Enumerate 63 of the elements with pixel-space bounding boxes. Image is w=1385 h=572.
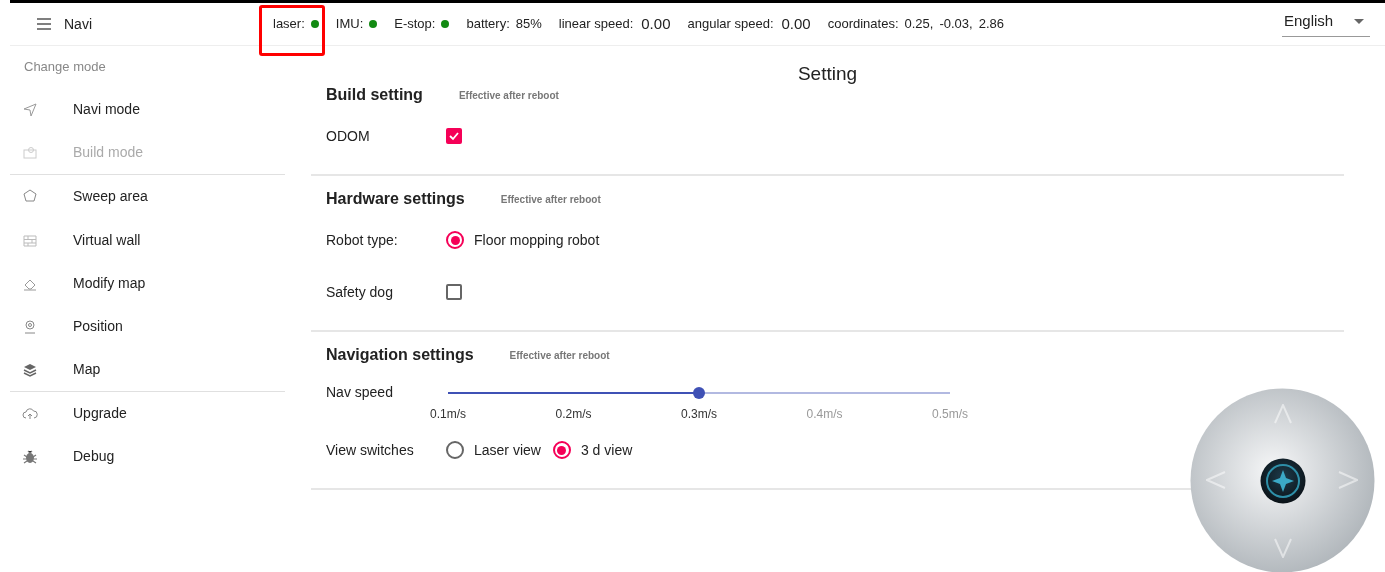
sidebar-item[interactable]: Position xyxy=(10,305,285,348)
option-label: Floor mopping robot xyxy=(474,230,600,250)
section-heading: Navigation settings xyxy=(326,345,474,365)
language-dropdown[interactable]: English xyxy=(1282,7,1370,37)
checkbox[interactable] xyxy=(446,128,462,144)
radio-button[interactable] xyxy=(446,231,464,249)
tick-label: 0.3m/s xyxy=(681,406,717,423)
checkbox[interactable] xyxy=(446,284,462,300)
field-label: Safety dog xyxy=(326,282,394,302)
bug-icon xyxy=(22,448,38,465)
coordinate-value: -0.03, xyxy=(939,15,973,34)
status-label: angular speed: xyxy=(687,15,774,34)
status-value: 85% xyxy=(515,15,542,34)
radio-button[interactable] xyxy=(552,441,571,459)
sidebar-item[interactable]: Debug xyxy=(10,435,285,478)
section-label: Change mode xyxy=(23,58,107,77)
section-heading: Build setting xyxy=(326,85,423,105)
page-title: Setting xyxy=(796,62,859,86)
section-note: Effective after reboot xyxy=(509,348,610,363)
location-pin-icon xyxy=(22,318,38,335)
sidebar-item[interactable]: Upgrade xyxy=(10,392,285,435)
brick-wall-icon xyxy=(22,232,38,249)
sidebar-item[interactable]: Virtual wall xyxy=(10,219,285,262)
slider-thumb[interactable] xyxy=(693,387,705,399)
tick-label: 0.4m/s xyxy=(806,406,843,423)
layers-icon xyxy=(22,361,38,378)
sidebar-item[interactable]: Modify map xyxy=(10,262,285,305)
cloud-upload-icon xyxy=(22,405,38,422)
caret-icon xyxy=(1354,19,1364,24)
option-label: Laser view xyxy=(474,440,541,460)
coordinate-value: 2.86 xyxy=(978,15,1004,34)
radio-button[interactable] xyxy=(446,441,464,459)
field-label: View switches xyxy=(326,440,415,460)
status-label: IMU: xyxy=(335,15,364,34)
status-value: 0.00 xyxy=(641,13,671,34)
option-label: 3 d view xyxy=(580,440,633,460)
navigation-arrow-icon xyxy=(22,101,38,118)
status-label: battery: xyxy=(466,15,510,34)
status-value: 0.00 xyxy=(781,13,811,34)
joystick-pad[interactable] xyxy=(1190,388,1375,572)
app-title: Navi xyxy=(64,14,93,34)
status-label: E-stop: xyxy=(394,15,436,34)
coordinate-value: 0.25, xyxy=(904,15,934,34)
tick-label: 0.5m/s xyxy=(932,406,968,423)
status-label: linear speed: xyxy=(558,15,634,34)
section-heading: Hardware settings xyxy=(326,189,465,209)
sidebar-item: Build mode xyxy=(10,131,285,174)
status-label: laser: xyxy=(273,15,305,34)
section-note: Effective after reboot xyxy=(458,88,559,103)
tick-label: 0.2m/s xyxy=(555,406,592,423)
section-note: Effective after reboot xyxy=(500,192,601,207)
field-label: Nav speed xyxy=(326,383,394,402)
sidebar-item[interactable]: Sweep area xyxy=(10,173,285,219)
tick-label: 0.1m/s xyxy=(430,406,466,423)
slider-track[interactable] xyxy=(448,387,950,399)
field-label: ODOM xyxy=(326,126,371,146)
status-label: coordinates: xyxy=(827,15,899,34)
sidebar-item[interactable]: Map xyxy=(10,348,285,391)
pentagon-icon xyxy=(22,188,38,204)
field-label: Robot type: xyxy=(326,230,399,250)
joystick-knob-icon[interactable] xyxy=(1260,458,1306,504)
sidebar-item[interactable]: Navi mode xyxy=(10,88,285,131)
menu-icon[interactable] xyxy=(36,17,54,31)
